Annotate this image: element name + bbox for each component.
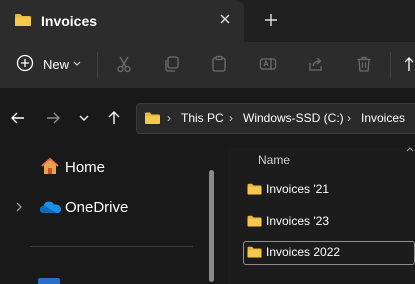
recent-locations-chevron-icon[interactable]	[78, 113, 90, 123]
list-item[interactable]: Invoices '21	[243, 178, 415, 202]
breadcrumb-invoices[interactable]: Invoices	[361, 111, 405, 125]
nav-scrollbar[interactable]	[209, 170, 214, 282]
tab-invoices[interactable]	[0, 0, 244, 42]
new-button[interactable]: New	[43, 57, 69, 72]
copy-icon[interactable]	[163, 55, 181, 73]
folder-icon	[247, 183, 262, 195]
new-tab-icon[interactable]	[262, 11, 280, 29]
share-icon[interactable]	[307, 55, 325, 73]
delete-icon[interactable]	[355, 55, 373, 73]
tab-title: Invoices	[41, 13, 98, 29]
expand-chevron-icon[interactable]	[15, 201, 23, 213]
navigation-pane	[0, 148, 222, 284]
back-arrow-icon[interactable]	[10, 110, 26, 126]
new-plus-icon[interactable]	[16, 54, 34, 72]
forward-arrow-icon[interactable]	[45, 110, 61, 126]
home-icon	[40, 157, 60, 176]
toolbar-separator	[97, 52, 98, 78]
toolbar-separator	[390, 52, 391, 78]
desktop-icon	[38, 278, 60, 284]
breadcrumb-separator-icon: ›	[347, 111, 351, 125]
sort-icon[interactable]	[404, 56, 415, 72]
breadcrumb-windows-ssd[interactable]: Windows-SSD (C:)	[243, 111, 344, 125]
list-item[interactable]: Invoices '23	[243, 210, 415, 234]
folder-icon	[247, 246, 262, 258]
nav-item-home[interactable]: Home	[65, 159, 105, 176]
column-header-name[interactable]: Name	[258, 153, 290, 167]
breadcrumb-separator-icon: ›	[229, 111, 233, 125]
folder-name: Invoices '21	[266, 182, 329, 196]
nav-item-onedrive[interactable]: OneDrive	[65, 199, 128, 216]
folder-icon	[14, 12, 32, 27]
paste-icon[interactable]	[210, 55, 228, 73]
chevron-down-icon[interactable]	[73, 61, 81, 67]
close-tab-icon[interactable]	[217, 11, 233, 27]
folder-name: Invoices 2022	[266, 245, 341, 259]
breadcrumb-separator-icon: ›	[167, 111, 171, 125]
folder-name: Invoices '23	[266, 214, 329, 228]
collapse-chevron-icon[interactable]	[405, 145, 415, 153]
list-item-selected[interactable]: Invoices 2022	[243, 241, 415, 265]
nav-separator	[30, 246, 193, 247]
up-arrow-icon[interactable]	[106, 110, 122, 126]
rename-icon[interactable]	[259, 55, 277, 73]
onedrive-cloud-icon	[39, 200, 62, 214]
folder-icon	[247, 215, 262, 227]
breadcrumb-this-pc[interactable]: This PC	[181, 111, 224, 125]
folder-icon	[144, 111, 161, 125]
cut-icon[interactable]	[115, 55, 133, 73]
